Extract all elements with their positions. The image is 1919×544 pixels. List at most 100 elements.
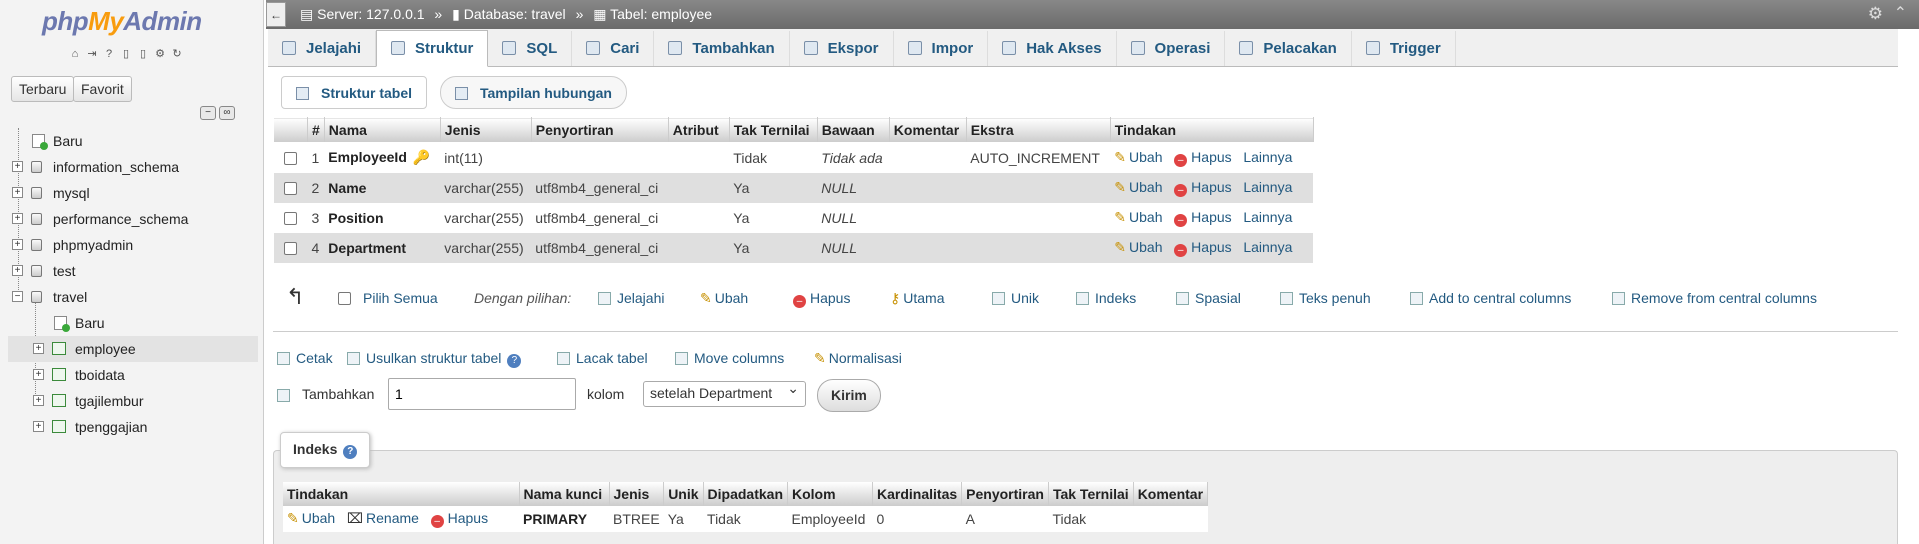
- index-change-link[interactable]: ✎ Ubah: [287, 510, 335, 526]
- submit-button[interactable]: Kirim: [817, 379, 881, 412]
- expand-icon[interactable]: +: [33, 395, 44, 406]
- drop-link[interactable]: – Hapus: [1174, 149, 1232, 167]
- tree-item-test[interactable]: + test: [8, 258, 258, 284]
- tree-item-tgajilembur[interactable]: + tgajilembur: [8, 388, 258, 414]
- tree-item-new[interactable]: Baru: [8, 128, 258, 154]
- help-icon[interactable]: ?: [102, 47, 116, 61]
- check-all-checkbox[interactable]: [338, 290, 351, 306]
- drop-link[interactable]: – Hapus: [1174, 239, 1232, 257]
- breadcrumb-server[interactable]: Server: 127.0.0.1: [317, 6, 424, 22]
- index-drop-link[interactable]: – Hapus: [430, 510, 488, 528]
- print-link[interactable]: Cetak: [277, 350, 333, 366]
- expand-icon[interactable]: +: [12, 265, 23, 276]
- row-checkbox[interactable]: [284, 151, 297, 165]
- docs-icon[interactable]: ▯: [119, 47, 133, 61]
- header-type[interactable]: Jenis: [439, 117, 532, 143]
- tab-browse[interactable]: Jelajahi: [268, 31, 377, 66]
- subtab-table-structure[interactable]: Struktur tabel: [281, 76, 428, 109]
- propose-structure-link[interactable]: Usulkan struktur tabel: [347, 350, 501, 366]
- settings-gear-icon[interactable]: ⚙: [1868, 4, 1883, 24]
- track-table-link[interactable]: Lacak tabel: [557, 350, 648, 366]
- more-link[interactable]: Lainnya: [1243, 239, 1292, 255]
- logout-icon[interactable]: ⇥: [85, 47, 99, 61]
- tab-tracking[interactable]: Pelacakan: [1225, 31, 1352, 66]
- breadcrumb-database[interactable]: Database: travel: [464, 6, 566, 22]
- settings-icon[interactable]: ⚙: [153, 47, 167, 61]
- bulk-add-central-button[interactable]: Add to central columns: [1410, 290, 1571, 306]
- tree-item-information-schema[interactable]: + information_schema: [8, 154, 258, 180]
- expand-icon[interactable]: +: [33, 343, 44, 354]
- index-rename-link[interactable]: ⌧ Rename: [347, 510, 419, 526]
- bulk-change-button[interactable]: ✎ Ubah: [700, 290, 748, 307]
- row-checkbox[interactable]: [284, 211, 297, 225]
- bulk-browse-button[interactable]: Jelajahi: [598, 290, 664, 306]
- column-count-input[interactable]: [388, 378, 576, 410]
- check-all-label[interactable]: Pilih Semua: [363, 290, 438, 306]
- collapse-all-icon[interactable]: −: [200, 106, 216, 120]
- help-icon[interactable]: ?: [507, 354, 522, 368]
- row-checkbox[interactable]: [284, 241, 297, 255]
- tree-item-tpenggajian[interactable]: + tpenggajian: [8, 414, 258, 440]
- tab-sql[interactable]: SQL: [488, 31, 573, 66]
- drop-link[interactable]: – Hapus: [1174, 179, 1232, 197]
- header-attributes[interactable]: Atribut: [667, 117, 730, 143]
- header-comment[interactable]: Komentar: [888, 117, 967, 143]
- tree-item-tboidata[interactable]: + tboidata: [8, 362, 258, 388]
- tab-search[interactable]: Cari: [572, 31, 655, 66]
- tab-structure[interactable]: Struktur: [376, 30, 489, 67]
- expand-icon[interactable]: +: [12, 213, 23, 224]
- tab-import[interactable]: Impor: [894, 31, 989, 66]
- position-select[interactable]: setelah Department: [643, 380, 806, 407]
- more-link[interactable]: Lainnya: [1243, 149, 1292, 165]
- bulk-drop-button[interactable]: – Hapus: [793, 290, 850, 308]
- tree-item-travel[interactable]: − travel: [8, 284, 258, 310]
- header-extra[interactable]: Ekstra: [965, 117, 1111, 143]
- expand-icon[interactable]: +: [33, 369, 44, 380]
- favorite-button[interactable]: Favorit: [73, 76, 132, 102]
- bulk-spatial-button[interactable]: Spasial: [1176, 290, 1241, 306]
- header-null[interactable]: Tak Ternilai: [728, 117, 818, 143]
- tree-item-mysql[interactable]: + mysql: [8, 180, 258, 206]
- drop-link[interactable]: – Hapus: [1174, 209, 1232, 227]
- phpmyadmin-logo[interactable]: phpMyAdmin: [42, 6, 202, 37]
- collapse-top-icon[interactable]: ⌃: [1894, 3, 1907, 23]
- expand-icon[interactable]: +: [12, 161, 23, 172]
- change-link[interactable]: ✎ Ubah: [1114, 239, 1162, 255]
- collapse-icon[interactable]: −: [12, 291, 23, 302]
- reload-icon[interactable]: ↻: [170, 47, 184, 61]
- expand-icon[interactable]: +: [12, 187, 23, 198]
- bulk-index-button[interactable]: Indeks: [1076, 290, 1136, 306]
- normalize-link[interactable]: ✎ Normalisasi: [814, 350, 902, 366]
- change-link[interactable]: ✎ Ubah: [1114, 179, 1162, 195]
- tree-item-new-table[interactable]: Baru: [8, 310, 258, 336]
- row-checkbox[interactable]: [284, 181, 297, 195]
- tree-item-performance-schema[interactable]: + performance_schema: [8, 206, 258, 232]
- bulk-fulltext-button[interactable]: Teks penuh: [1280, 290, 1371, 306]
- subtab-relation-view[interactable]: Tampilan hubungan: [440, 76, 627, 109]
- header-name[interactable]: Nama: [323, 117, 441, 143]
- header-collation[interactable]: Penyortiran: [530, 117, 669, 143]
- more-link[interactable]: Lainnya: [1243, 179, 1292, 195]
- bulk-primary-button[interactable]: ⚷ Utama: [890, 290, 945, 307]
- tree-item-employee[interactable]: + employee: [8, 336, 258, 362]
- tab-insert[interactable]: Tambahkan: [654, 31, 790, 66]
- expand-icon[interactable]: +: [12, 239, 23, 250]
- home-icon[interactable]: ⌂: [68, 47, 82, 61]
- change-link[interactable]: ✎ Ubah: [1114, 149, 1162, 165]
- breadcrumb-table[interactable]: Tabel: employee: [610, 6, 712, 22]
- change-link[interactable]: ✎ Ubah: [1114, 209, 1162, 225]
- move-columns-link[interactable]: Move columns: [675, 350, 784, 366]
- expand-icon[interactable]: +: [33, 421, 44, 432]
- bulk-remove-central-button[interactable]: Remove from central columns: [1612, 290, 1817, 306]
- tab-privileges[interactable]: Hak Akses: [988, 31, 1117, 66]
- link-with-main-icon[interactable]: ∞: [219, 106, 235, 120]
- help-icon[interactable]: ?: [343, 445, 358, 459]
- more-link[interactable]: Lainnya: [1243, 209, 1292, 225]
- tree-item-phpmyadmin[interactable]: + phpmyadmin: [8, 232, 258, 258]
- sql-docs-icon[interactable]: ▯: [136, 47, 150, 61]
- toggle-nav-button[interactable]: ←: [266, 2, 286, 27]
- tab-export[interactable]: Ekspor: [790, 31, 894, 66]
- tab-operations[interactable]: Operasi: [1117, 31, 1226, 66]
- header-default[interactable]: Bawaan: [816, 117, 890, 143]
- bulk-unique-button[interactable]: Unik: [992, 290, 1039, 306]
